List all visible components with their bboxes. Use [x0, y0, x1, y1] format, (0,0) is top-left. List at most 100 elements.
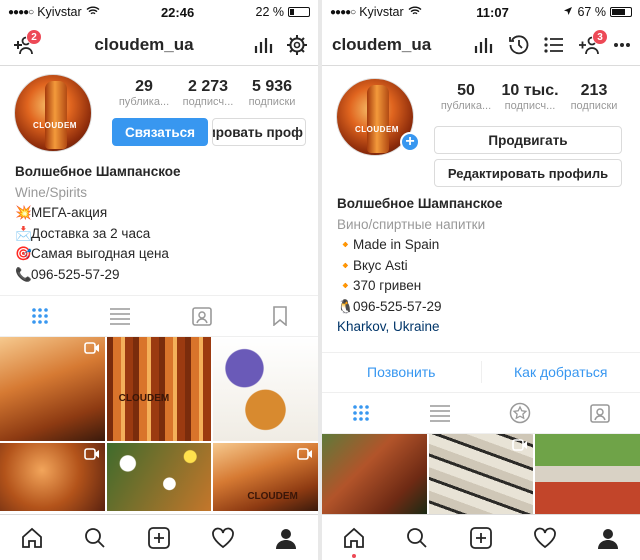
bio-emoji-icon: 🔸	[337, 237, 354, 252]
directions-button[interactable]: Как добраться	[482, 364, 640, 380]
grid-view-icon[interactable]	[351, 403, 371, 423]
bio-line: 🎯Самая выгодная цена	[15, 244, 303, 265]
category-label: Вино/спиртные напитки	[337, 216, 486, 232]
heart-icon[interactable]	[211, 527, 235, 549]
username-title: cloudem_ua	[332, 34, 432, 54]
avatar-logo-text: CLOUDEM	[355, 125, 399, 134]
tagged-photos-icon[interactable]	[589, 402, 611, 424]
stat-posts[interactable]: 50 публика...	[434, 82, 498, 112]
avatar-logo-text: CLOUDEM	[33, 121, 77, 130]
battery-icon	[288, 7, 310, 17]
video-icon	[297, 447, 313, 465]
photo-grid	[322, 433, 640, 514]
bio-emoji-icon: 🔸	[337, 278, 354, 293]
edit-profile-button[interactable]: ктировать проф	[212, 118, 306, 146]
photo-grid: CLOUDEM CLOUDEM	[0, 337, 318, 511]
grid-photo[interactable]	[535, 433, 640, 514]
profile-header: CLOUDEM 29 публика... 2 273 подписч... 5 9…	[0, 66, 318, 166]
bookmark-icon[interactable]	[272, 306, 288, 326]
profile-tabs	[322, 391, 640, 434]
list-view-icon[interactable]	[429, 404, 451, 422]
grid-photo[interactable]: CLOUDEM	[106, 337, 212, 441]
stat-followers[interactable]: 2 273 подписч...	[176, 78, 240, 108]
photo-logo-text: CLOUDEM	[247, 491, 298, 502]
bio-emoji-icon: 📩	[15, 225, 32, 241]
tagged-photos-icon[interactable]	[191, 305, 213, 327]
grid-photo[interactable]	[0, 443, 105, 511]
stat-posts[interactable]: 29 публика...	[112, 78, 176, 108]
wifi-icon	[408, 5, 422, 19]
add-user-button[interactable]: 2	[10, 28, 42, 55]
video-icon	[83, 447, 100, 465]
username-title: cloudem_ua	[94, 34, 194, 54]
grid-view-icon[interactable]	[30, 306, 50, 326]
star-icon[interactable]	[509, 402, 531, 424]
grid-photo[interactable]	[322, 433, 427, 514]
call-button[interactable]: Позвонить	[322, 364, 481, 380]
status-bar: ●●●●○ Kyivstar 11:07 67 %	[322, 0, 640, 24]
insights-icon[interactable]	[474, 36, 494, 54]
notification-badge: 3	[592, 28, 608, 45]
grid-photo[interactable]	[428, 433, 534, 514]
bio-line: 📩Доставка за 2 часа	[15, 224, 303, 245]
list-menu-icon[interactable]	[544, 36, 564, 54]
stat-following[interactable]: 5 936 подписки	[240, 78, 304, 108]
home-icon[interactable]	[20, 526, 44, 550]
bio: Волшебное Шампанское Wine/Spirits 💥МЕГА-…	[0, 162, 318, 285]
bio-line: 📞096-525-57-29	[15, 265, 303, 286]
search-icon[interactable]	[405, 526, 429, 550]
grid-photo[interactable]: CLOUDEM	[213, 443, 318, 511]
profile-icon[interactable]	[274, 526, 298, 550]
grid-photo[interactable]	[213, 337, 318, 441]
grid-photo[interactable]	[0, 337, 105, 441]
gear-icon[interactable]	[286, 34, 308, 56]
bio-emoji-icon: 📞	[15, 266, 32, 282]
clock: 11:07	[476, 4, 509, 20]
photo-logo-text: CLOUDEM	[118, 393, 170, 404]
wifi-icon	[86, 5, 100, 19]
top-nav: cloudem_ua 3	[322, 24, 640, 66]
activity-dot	[351, 553, 356, 558]
stat-following[interactable]: 213 подписки	[562, 82, 626, 112]
add-user-button[interactable]: 3	[578, 28, 608, 55]
new-post-icon[interactable]	[147, 526, 171, 550]
signal-icon: ●●●●○	[8, 6, 34, 18]
bio-line: 🔸370 гривен	[337, 276, 625, 297]
bottom-tab-bar	[0, 514, 318, 560]
new-post-icon[interactable]	[469, 526, 493, 550]
bio-emoji-icon: 🎯	[15, 246, 32, 261]
bottom-tab-bar	[322, 514, 640, 560]
left-screenshot: ●●●●○ Kyivstar 22:46 22 % 2 cloudem_ua C…	[0, 0, 318, 560]
bio-emoji-icon: 🔸	[337, 257, 354, 273]
avatar[interactable]: CLOUDEM	[14, 74, 92, 152]
list-view-icon[interactable]	[109, 307, 131, 325]
home-icon[interactable]	[342, 526, 366, 558]
location-link[interactable]: Kharkov, Ukraine	[337, 317, 625, 338]
grid-photo[interactable]	[106, 443, 212, 511]
profile-icon[interactable]	[596, 526, 620, 550]
clock: 22:46	[160, 4, 195, 20]
heart-icon[interactable]	[533, 527, 557, 549]
bio-line: 🐧096-525-57-29	[337, 297, 625, 318]
battery-percent: 22 %	[255, 5, 285, 19]
bio-line: 💥МЕГА-акция	[15, 203, 303, 224]
more-options-icon[interactable]	[614, 42, 630, 48]
promote-button[interactable]: Продвигать	[434, 126, 622, 154]
right-screenshot: ●●●●○ Kyivstar 11:07 67 % cloudem_ua 3 C…	[322, 0, 640, 560]
insights-icon[interactable]	[254, 36, 274, 54]
bio-line: 🔸Made in Spain	[337, 235, 625, 256]
battery-icon	[609, 7, 632, 17]
profile-stats: 50 публика... 10 тыс. подписч... 213 подпис…	[434, 82, 626, 112]
bio-emoji-icon: 🐧	[337, 298, 354, 314]
contact-button[interactable]: Связаться	[112, 118, 208, 146]
add-story-icon[interactable]: +	[400, 132, 420, 152]
status-bar: ●●●●○ Kyivstar 22:46 22 %	[0, 0, 318, 24]
search-icon[interactable]	[83, 526, 107, 550]
carrier-label: Kyivstar	[359, 5, 404, 19]
category-label: Wine/Spirits	[15, 184, 88, 200]
edit-profile-button[interactable]: Редактировать профиль	[434, 159, 622, 187]
profile-header: CLOUDEM + 50 публика... 10 тыс. подписч...…	[322, 66, 640, 190]
history-icon[interactable]	[508, 34, 530, 56]
bio-emoji-icon: 💥	[15, 205, 32, 220]
stat-followers[interactable]: 10 тыс. подписч...	[498, 82, 562, 112]
